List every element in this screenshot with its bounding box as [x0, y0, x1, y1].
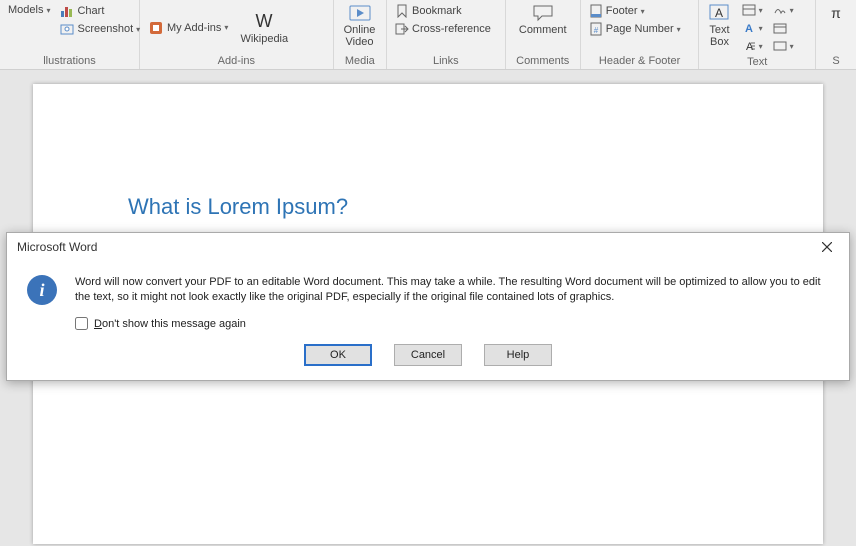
- checkbox-input[interactable]: [75, 317, 88, 330]
- dialog-pdf-convert: Microsoft Word i Word will now convert y…: [6, 232, 850, 381]
- wikipedia-label: Wikipedia: [240, 33, 288, 45]
- ok-button[interactable]: OK: [304, 344, 372, 366]
- footer-label: Footer: [606, 5, 638, 17]
- dialog-titlebar: Microsoft Word: [7, 233, 849, 261]
- models-button[interactable]: Models ▾: [4, 2, 54, 18]
- wikipedia-button[interactable]: W Wikipedia: [234, 9, 294, 47]
- screenshot-label: Screenshot: [77, 23, 133, 35]
- svg-text:#: #: [594, 26, 599, 35]
- info-icon: i: [27, 275, 57, 305]
- models-label: Models: [8, 4, 43, 16]
- crossref-icon: [395, 22, 409, 36]
- group-label-symbols: S: [820, 53, 852, 69]
- object-button[interactable]: ▾: [769, 38, 798, 54]
- svg-text:A: A: [745, 23, 753, 34]
- checkbox-label: Don't show this message again: [94, 318, 246, 330]
- textbox-label: Text Box: [709, 24, 729, 48]
- dropcap-icon: A: [742, 40, 756, 52]
- ribbon-group-comments: Comment Comments: [506, 0, 581, 69]
- myaddins-label: My Add-ins: [167, 22, 221, 34]
- dialog-body: i Word will now convert your PDF to an e…: [7, 261, 849, 313]
- equation-button[interactable]: π: [820, 2, 852, 24]
- dont-show-again-checkbox[interactable]: Don't show this message again: [7, 313, 849, 344]
- ribbon-group-symbols: π S: [816, 0, 856, 69]
- footer-button[interactable]: Footer ▾: [585, 2, 685, 20]
- comment-icon: [532, 4, 554, 22]
- comment-button[interactable]: Comment: [513, 2, 573, 38]
- dialog-title-text: Microsoft Word: [17, 240, 97, 254]
- help-button[interactable]: Help: [484, 344, 552, 366]
- cancel-label: Cancel: [411, 349, 445, 361]
- datetime-icon: [773, 22, 787, 34]
- help-label: Help: [507, 349, 530, 361]
- online-video-label: Online Video: [344, 24, 376, 48]
- svg-text:A: A: [715, 6, 723, 20]
- dropdown-caret-icon: ▾: [759, 6, 763, 15]
- group-label-links: Links: [391, 53, 501, 69]
- dropdown-caret-icon: ▾: [641, 7, 645, 16]
- close-icon: [822, 242, 832, 252]
- wordart-icon: A: [742, 22, 756, 34]
- group-label-text: Text: [703, 54, 811, 70]
- group-label-illustrations: llustrations: [4, 53, 135, 69]
- addins-icon: [148, 20, 164, 36]
- wordart-button[interactable]: A▾: [738, 20, 767, 36]
- bookmark-label: Bookmark: [412, 5, 462, 17]
- ribbon-group-illustrations: Models ▾ Chart Screenshot ▾ llustrations: [0, 0, 140, 69]
- screenshot-icon: [60, 22, 74, 36]
- myaddins-button[interactable]: My Add-ins ▾: [144, 18, 232, 38]
- pagenumber-icon: #: [589, 22, 603, 36]
- page-heading: What is Lorem Ipsum?: [128, 194, 728, 220]
- textbox-button[interactable]: A Text Box: [703, 2, 735, 50]
- ribbon-group-text: A Text Box ▾ A▾ A▾ ▾ ▾ Text: [699, 0, 816, 69]
- chart-label: Chart: [77, 5, 104, 17]
- footer-icon: [589, 4, 603, 18]
- crossref-label: Cross-reference: [412, 23, 491, 35]
- signature-icon: [773, 4, 787, 16]
- dropdown-caret-icon: ▾: [224, 23, 228, 32]
- bookmark-icon: [395, 4, 409, 18]
- dropdown-caret-icon: ▾: [790, 6, 794, 15]
- dropdown-caret-icon: ▾: [677, 25, 681, 34]
- ribbon: Models ▾ Chart Screenshot ▾ llustrations: [0, 0, 856, 70]
- cancel-button[interactable]: Cancel: [394, 344, 462, 366]
- dropdown-caret-icon: ▾: [790, 42, 794, 51]
- ribbon-group-media: Online Video Media: [334, 0, 387, 69]
- group-label-media: Media: [338, 53, 382, 69]
- dialog-close-button[interactable]: [813, 237, 841, 257]
- ribbon-group-addins: My Add-ins ▾ W Wikipedia Add-ins: [140, 0, 334, 69]
- group-label-headerfooter: Header & Footer: [585, 53, 695, 69]
- bookmark-button[interactable]: Bookmark: [391, 2, 495, 20]
- ok-label: OK: [330, 349, 346, 361]
- pagenumber-button[interactable]: # Page Number ▾: [585, 20, 685, 38]
- wikipedia-icon: W: [252, 11, 276, 31]
- dropcap-button[interactable]: A▾: [738, 38, 767, 54]
- group-label-addins: Add-ins: [144, 53, 329, 69]
- dropdown-caret-icon: ▾: [46, 6, 50, 15]
- dropdown-caret-icon: ▾: [759, 42, 763, 51]
- equation-icon: π: [826, 4, 846, 22]
- textbox-icon: A: [709, 4, 729, 22]
- ribbon-group-links: Bookmark Cross-reference Links: [387, 0, 506, 69]
- dialog-message: Word will now convert your PDF to an edi…: [75, 275, 833, 305]
- svg-text:W: W: [256, 11, 273, 31]
- pagenumber-label: Page Number: [606, 23, 674, 35]
- chart-button[interactable]: Chart: [56, 2, 144, 20]
- crossref-button[interactable]: Cross-reference: [391, 20, 495, 38]
- datetime-button[interactable]: [769, 20, 798, 36]
- comment-label: Comment: [519, 24, 567, 36]
- parts-icon: [742, 4, 756, 16]
- dropdown-caret-icon: ▾: [759, 24, 763, 33]
- quickparts-button[interactable]: ▾: [738, 2, 767, 18]
- signature-button[interactable]: ▾: [769, 2, 798, 18]
- chart-icon: [60, 4, 74, 18]
- screenshot-button[interactable]: Screenshot ▾: [56, 20, 144, 38]
- svg-text:π: π: [831, 5, 841, 21]
- ribbon-group-headerfooter: Footer ▾ # Page Number ▾ Header & Footer: [581, 0, 700, 69]
- object-icon: [773, 40, 787, 52]
- dialog-buttons: OK Cancel Help: [7, 344, 849, 380]
- video-icon: [349, 4, 371, 22]
- group-label-comments: Comments: [510, 53, 576, 69]
- online-video-button[interactable]: Online Video: [338, 2, 382, 50]
